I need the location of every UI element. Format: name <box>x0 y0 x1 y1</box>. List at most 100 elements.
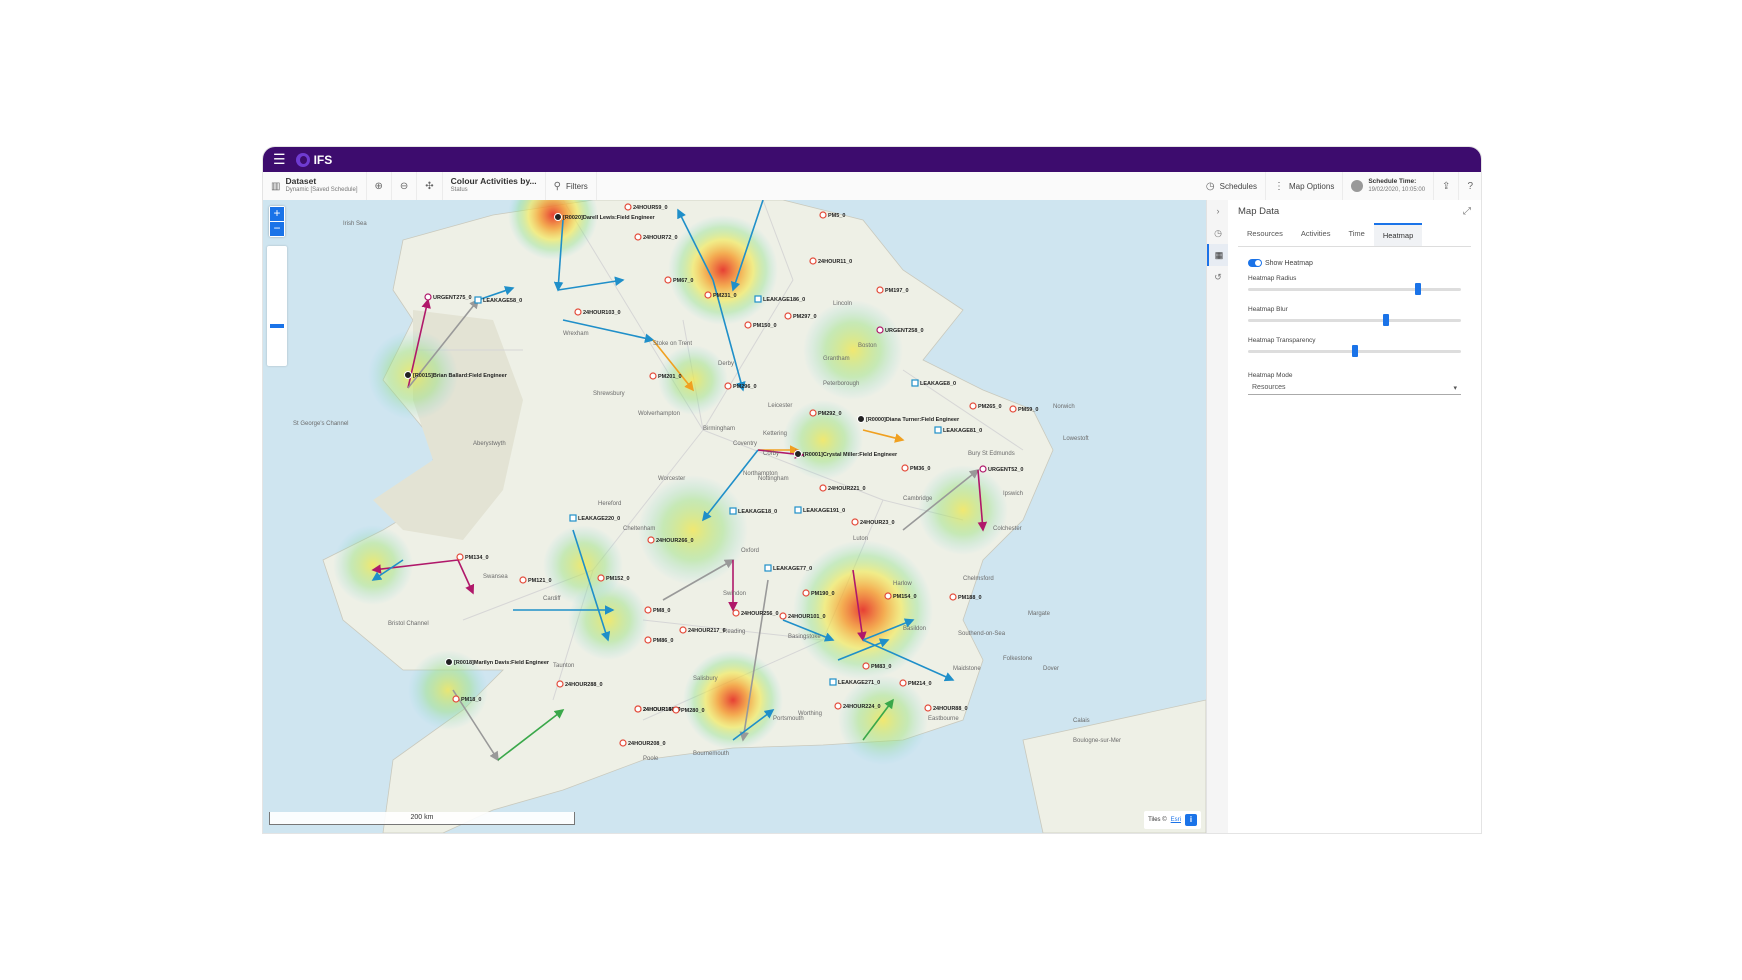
transparency-slider[interactable] <box>1248 344 1461 358</box>
activity-marker[interactable] <box>784 312 792 320</box>
transparency-thumb[interactable] <box>1351 345 1358 357</box>
activity-marker[interactable] <box>979 465 987 473</box>
activity-marker[interactable] <box>644 606 652 614</box>
activity-marker[interactable] <box>884 592 892 600</box>
resource-marker[interactable] <box>445 658 453 666</box>
activity-marker[interactable] <box>649 372 657 380</box>
activity-marker[interactable] <box>924 704 932 712</box>
schedules-button[interactable]: ◷ Schedules <box>1198 172 1266 200</box>
activity-marker[interactable] <box>779 612 787 620</box>
activity-marker[interactable] <box>569 514 577 522</box>
activity-marker[interactable] <box>862 662 870 670</box>
activity-marker[interactable] <box>634 233 642 241</box>
activity-marker[interactable] <box>851 518 859 526</box>
collapse-panel-button[interactable]: › <box>1207 200 1229 222</box>
help-button[interactable]: ? <box>1459 172 1481 200</box>
radius-slider[interactable] <box>1248 282 1461 296</box>
zoom-out-button[interactable]: ⊖ <box>392 172 418 200</box>
resource-marker[interactable] <box>554 213 562 221</box>
activity-marker[interactable] <box>474 296 482 304</box>
activity-marker[interactable] <box>876 286 884 294</box>
map-data-button[interactable]: ▦ <box>1207 244 1229 266</box>
activity-marker[interactable] <box>829 678 837 686</box>
map-zoom-in-button[interactable]: + <box>270 207 284 221</box>
activity-marker[interactable] <box>672 706 680 714</box>
activity-marker[interactable] <box>1009 405 1017 413</box>
activity-marker[interactable] <box>819 484 827 492</box>
fit-bounds-button[interactable]: ✣ <box>417 172 443 200</box>
activity-marker[interactable] <box>834 702 842 710</box>
timeline-button[interactable]: ◷ <box>1207 222 1229 244</box>
show-heatmap-toggle[interactable] <box>1248 259 1262 267</box>
activity-marker[interactable] <box>519 576 527 584</box>
activity-marker[interactable] <box>969 402 977 410</box>
attribution-link[interactable]: Esri <box>1171 817 1181 823</box>
zoom-slider-thumb[interactable] <box>270 324 284 328</box>
activity-label: PM5_0 <box>828 213 845 219</box>
map-canvas[interactable]: Birmingham Cardiff Oxford Cambridge Leiceste… <box>263 200 1206 833</box>
activity-marker[interactable] <box>911 379 919 387</box>
activity-marker[interactable] <box>809 409 817 417</box>
ifs-logo-icon <box>295 152 310 167</box>
blur-thumb[interactable] <box>1383 314 1390 326</box>
activity-marker[interactable] <box>744 321 752 329</box>
activity-marker[interactable] <box>664 276 672 284</box>
activity-marker[interactable] <box>899 679 907 687</box>
dataset-button[interactable]: ▥ Dataset Dynamic [Saved Schedule] <box>263 172 367 200</box>
activity-marker[interactable] <box>802 589 810 597</box>
place-label: Maidstone <box>953 666 981 672</box>
activity-marker[interactable] <box>456 553 464 561</box>
activity-marker[interactable] <box>732 609 740 617</box>
activity-marker[interactable] <box>809 257 817 265</box>
activity-label: PM265_0 <box>978 404 1002 410</box>
activity-marker[interactable] <box>452 695 460 703</box>
activity-marker[interactable] <box>729 507 737 515</box>
activity-marker[interactable] <box>679 626 687 634</box>
tab-time[interactable]: Time <box>1339 223 1373 246</box>
activity-marker[interactable] <box>634 705 642 713</box>
activity-marker[interactable] <box>764 564 772 572</box>
activity-marker[interactable] <box>556 680 564 688</box>
schedule-time[interactable]: Schedule Time: 19/02/2020, 10:05:00 <box>1343 172 1435 200</box>
activity-marker[interactable] <box>819 211 827 219</box>
zoom-in-button[interactable]: ⊕ <box>367 172 392 200</box>
activity-marker[interactable] <box>597 574 605 582</box>
activity-marker[interactable] <box>619 739 627 747</box>
activity-marker[interactable] <box>704 291 712 299</box>
blur-slider[interactable] <box>1248 313 1461 327</box>
radius-thumb[interactable] <box>1415 283 1422 295</box>
export-button[interactable]: ⇪ <box>1434 172 1460 200</box>
activity-marker[interactable] <box>934 426 942 434</box>
colour-activities-button[interactable]: Colour Activities by... Status <box>443 172 546 200</box>
menu-icon[interactable]: ☰ <box>273 151 286 168</box>
activity-marker[interactable] <box>794 506 802 514</box>
info-button[interactable]: i <box>1185 814 1197 826</box>
resource-marker[interactable] <box>857 415 865 423</box>
resource-marker[interactable] <box>404 371 412 379</box>
heatmap-mode-select[interactable]: Resources ▾ <box>1248 381 1461 395</box>
activity-marker[interactable] <box>754 295 762 303</box>
activity-marker[interactable] <box>901 464 909 472</box>
activity-label: LEAKAGE77_0 <box>773 566 812 572</box>
activity-marker[interactable] <box>644 636 652 644</box>
tab-activities[interactable]: Activities <box>1292 223 1340 246</box>
zoom-slider[interactable] <box>267 246 287 366</box>
resource-marker[interactable] <box>794 450 802 458</box>
map-options-button[interactable]: ⋮ Map Options <box>1266 172 1344 200</box>
activity-marker[interactable] <box>724 382 732 390</box>
activity-marker[interactable] <box>424 293 432 301</box>
activity-label: 24HOUR23_0 <box>860 520 895 526</box>
history-button[interactable]: ↺ <box>1207 266 1229 288</box>
activity-marker[interactable] <box>624 203 632 211</box>
activity-marker[interactable] <box>574 308 582 316</box>
tab-resources[interactable]: Resources <box>1238 223 1292 246</box>
activity-marker[interactable] <box>949 593 957 601</box>
map-svg[interactable]: Birmingham Cardiff Oxford Cambridge Leiceste… <box>263 200 1206 833</box>
activity-marker[interactable] <box>876 326 884 334</box>
activity-marker[interactable] <box>647 536 655 544</box>
expand-icon[interactable]: ⤢ <box>1463 206 1471 217</box>
filters-button[interactable]: ⚲ Filters <box>546 172 597 200</box>
map-zoom-out-button[interactable]: − <box>270 222 284 236</box>
tab-heatmap[interactable]: Heatmap <box>1373 223 1423 246</box>
map-data-panel: Map Data ⤢ Resources Activities Time Hea… <box>1228 200 1481 833</box>
